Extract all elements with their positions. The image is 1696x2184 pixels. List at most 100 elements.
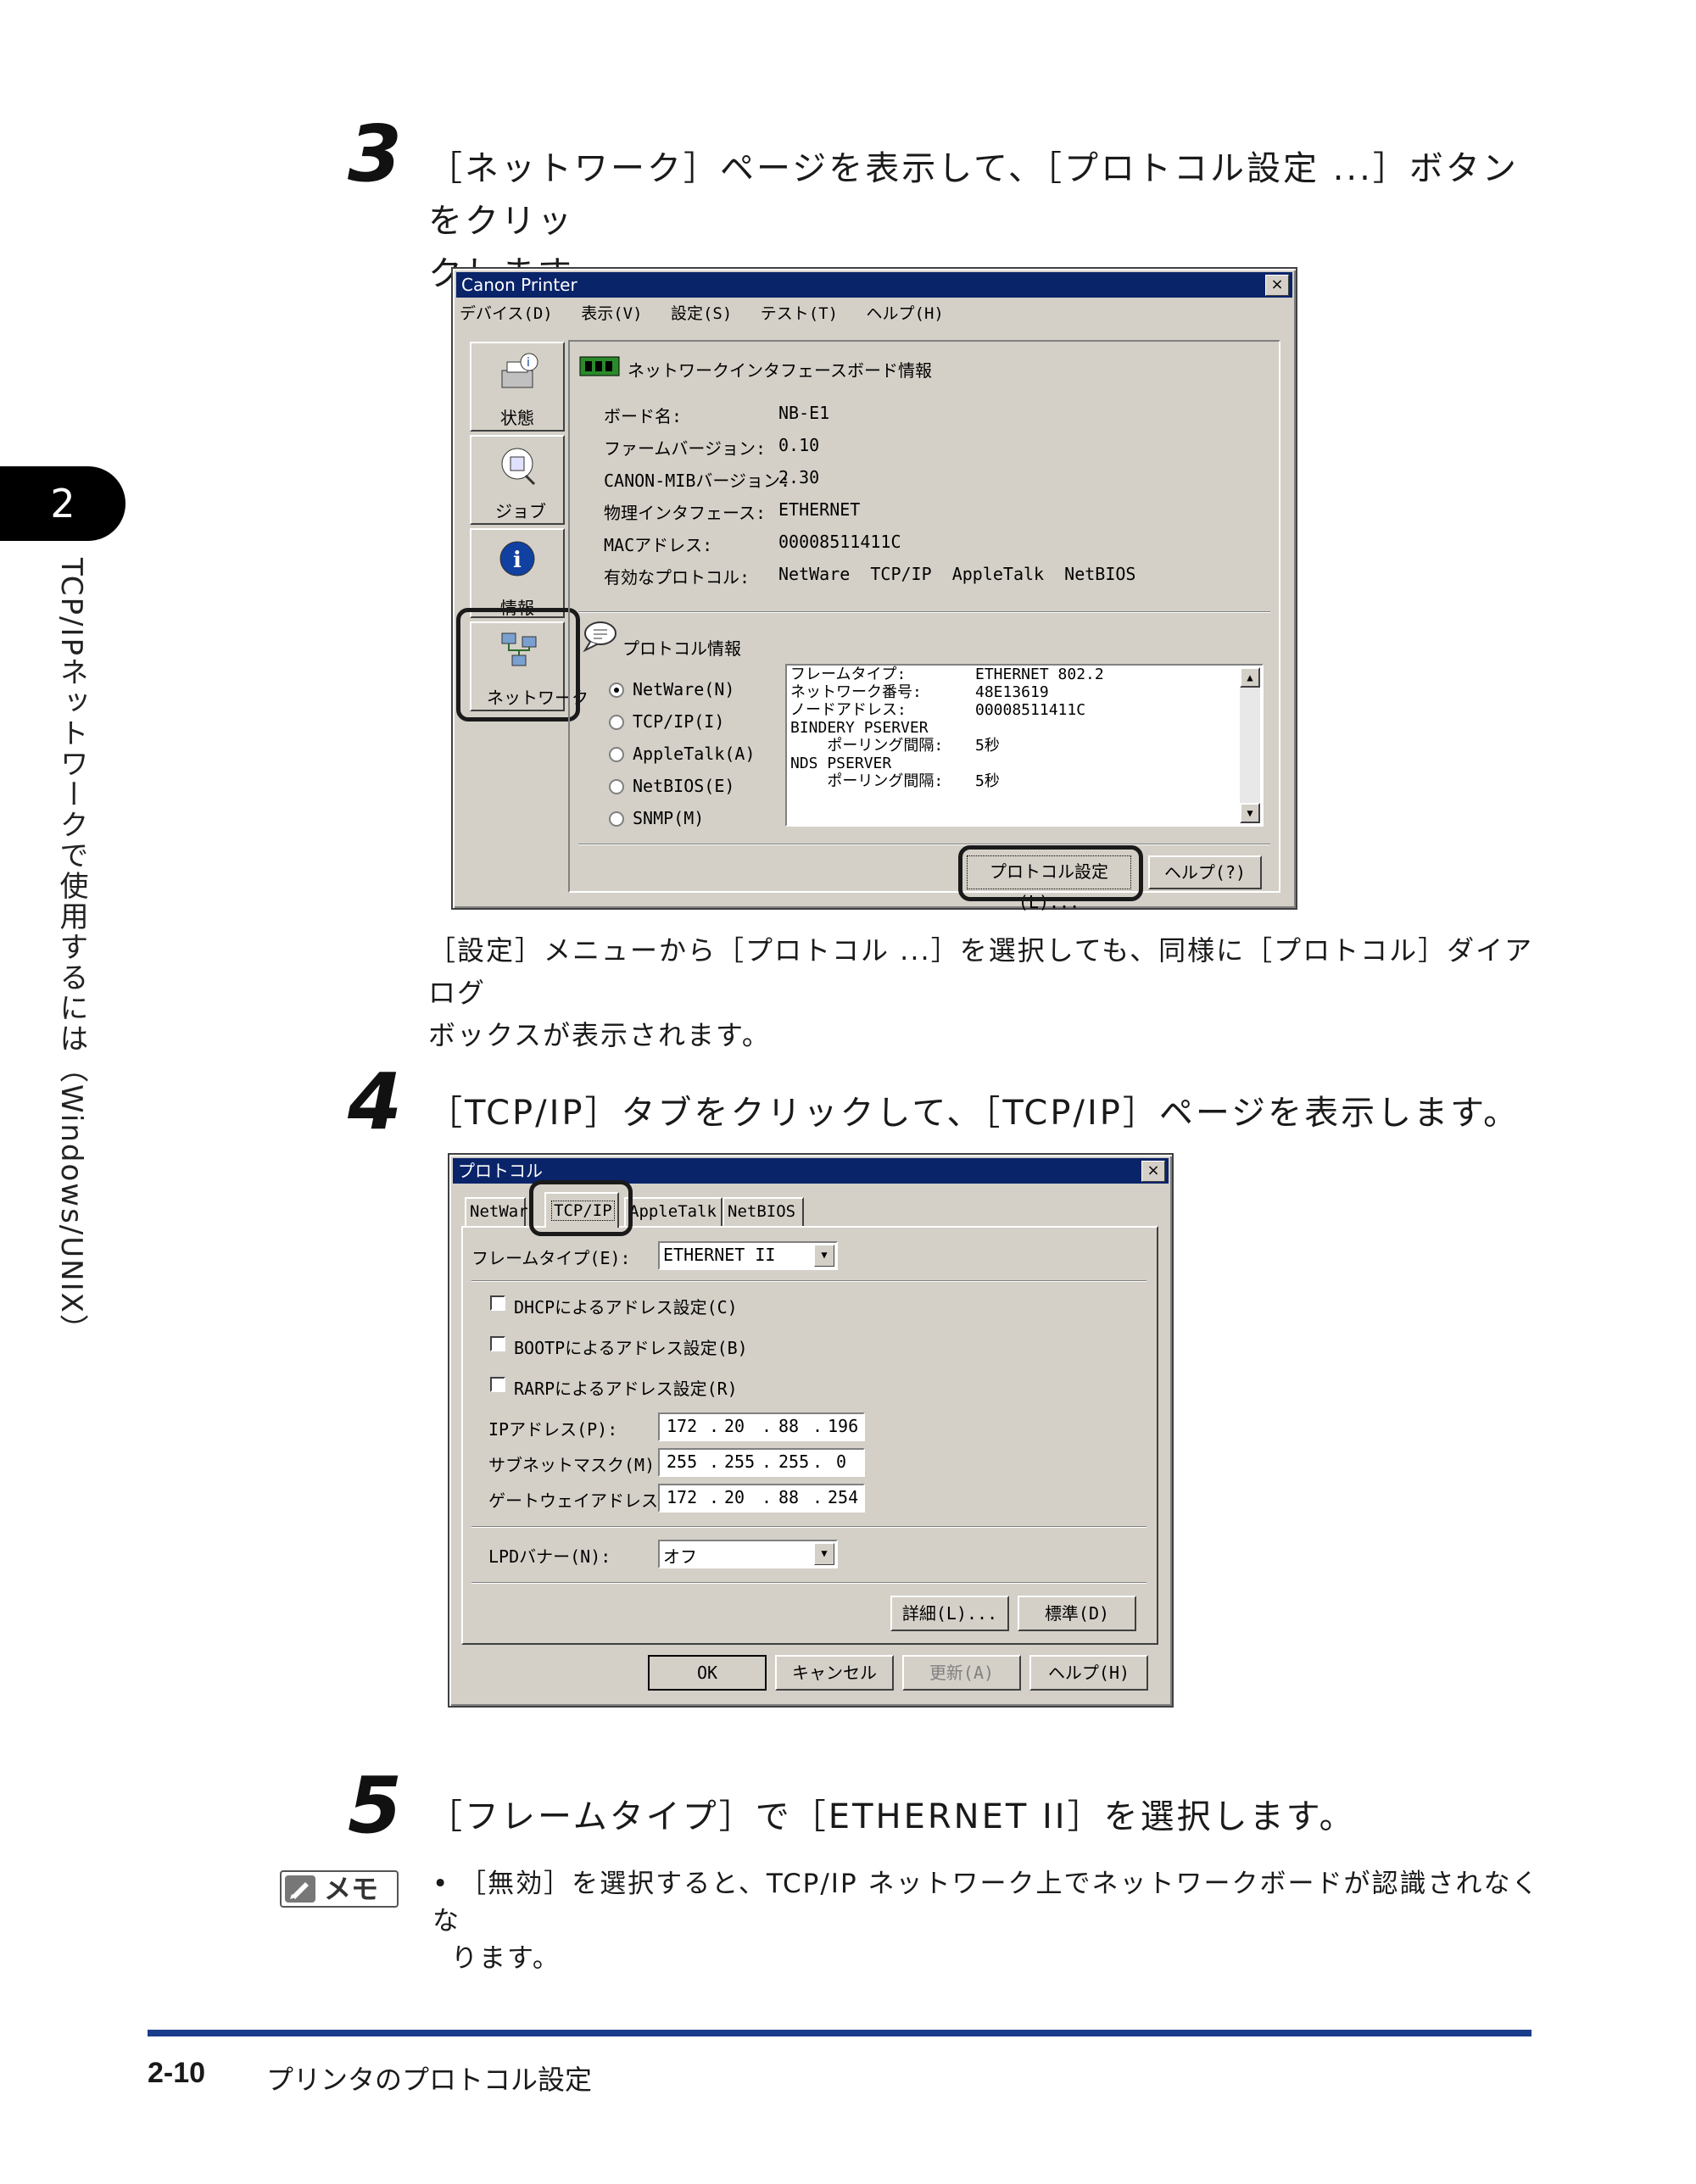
ip-address-label: IPアドレス(P):: [488, 1419, 618, 1440]
board-name-label: ボード名:: [604, 406, 683, 426]
board-icon: [578, 354, 621, 379]
ip-address-field[interactable]: 172 . 20 . 88 . 196: [658, 1412, 865, 1441]
help-button[interactable]: ヘルプ(?): [1148, 855, 1262, 889]
protocol-section-title: プロトコル情報: [622, 638, 741, 659]
tab-netware-label: NetWar: [470, 1202, 528, 1221]
nav-job[interactable]: ジョブ: [470, 435, 565, 525]
address-divider: [471, 1526, 1146, 1528]
speech-bubble-icon: [582, 620, 617, 654]
nav-job-label: ジョブ: [495, 501, 546, 521]
tab-netbios[interactable]: NetBIOS: [722, 1197, 804, 1226]
detail-labels: フレームタイプ: ネットワーク番号: ノードアドレス: BINDERY PSER…: [790, 666, 943, 790]
detail-scrollbar[interactable]: ▲ ▼: [1240, 667, 1260, 823]
bootp-label[interactable]: BOOTPによるアドレス設定(B): [514, 1334, 748, 1359]
detail-value-frame-type: ETHERNET 802.2: [975, 666, 1104, 683]
ip-octet-3[interactable]: 88: [778, 1416, 799, 1436]
step-5-number: 5: [348, 1760, 403, 1851]
tab-netbios-label: NetBIOS: [728, 1202, 796, 1221]
memo-badge: メモ: [280, 1870, 399, 1908]
detail-value-node-address: 00008511411C: [975, 701, 1086, 719]
gateway-octet-1[interactable]: 172: [667, 1487, 697, 1507]
tab-netware[interactable]: NetWar: [465, 1197, 528, 1226]
tab-appletalk-label: AppleTalk: [629, 1202, 717, 1221]
detail-value-bindery: [975, 719, 1104, 737]
close-icon[interactable]: ×: [1265, 275, 1289, 296]
radio-netware[interactable]: [609, 682, 624, 698]
radio-snmp-label[interactable]: SNMP(M): [633, 808, 704, 828]
menu-test[interactable]: テスト(T): [761, 304, 838, 323]
detail-value-nds-polling: 5秒: [975, 772, 1000, 790]
subnet-octet-2[interactable]: 255: [724, 1451, 755, 1472]
scroll-up-icon[interactable]: ▲: [1240, 667, 1260, 688]
menu-help[interactable]: ヘルプ(H): [867, 304, 944, 323]
detail-label-nds: NDS PSERVER: [790, 755, 892, 772]
subnet-octet-4[interactable]: 0: [836, 1451, 846, 1472]
ip-octet-4[interactable]: 196: [828, 1416, 858, 1436]
dialog-title: プロトコル: [458, 1161, 543, 1181]
radio-netware-label[interactable]: NetWare(N): [633, 679, 734, 699]
radio-netbios[interactable]: [609, 779, 624, 794]
radio-appletalk[interactable]: [609, 747, 624, 762]
tcpip-tab-highlight: [529, 1180, 633, 1236]
apply-button[interactable]: 更新(A): [902, 1655, 1021, 1691]
radio-appletalk-label[interactable]: AppleTalk(A): [633, 744, 756, 764]
step-3-number: 3: [348, 109, 403, 199]
dialog-close-icon[interactable]: ×: [1141, 1161, 1165, 1182]
detail-label-node-address: ノードアドレス:: [790, 701, 907, 719]
protocol-detail-list[interactable]: フレームタイプ: ネットワーク番号: ノードアドレス: BINDERY PSER…: [785, 664, 1264, 827]
radio-tcpip[interactable]: [609, 715, 624, 730]
ip-octet-2[interactable]: 20: [724, 1416, 745, 1436]
lpd-banner-value: オフ: [663, 1546, 697, 1567]
default-button[interactable]: 標準(D): [1018, 1596, 1136, 1631]
chevron-down-icon[interactable]: ▼: [814, 1543, 834, 1565]
step-3-note-line-1: ［設定］メニューから［プロトコル ...］を選択しても、同様に［プロトコル］ダイ…: [428, 934, 1534, 1009]
step-4-instruction: ［TCP/IP］タブをクリックして、［TCP/IP］ページを表示します。: [428, 1094, 1520, 1133]
radio-tcpip-label[interactable]: TCP/IP(I): [633, 711, 724, 732]
dhcp-checkbox[interactable]: [490, 1295, 505, 1311]
bootp-checkbox[interactable]: [490, 1336, 505, 1351]
nav-info[interactable]: i 情報: [470, 528, 565, 618]
window-titlebar: Canon Printer ×: [456, 272, 1292, 298]
rarp-label[interactable]: RARPによるアドレス設定(R): [514, 1375, 738, 1400]
scroll-down-icon[interactable]: ▼: [1240, 803, 1260, 823]
step-5-instruction: ［フレームタイプ］で［ETHERNET II］を選択します。: [428, 1797, 1356, 1836]
frame-type-dropdown[interactable]: ETHERNET II ▼: [658, 1241, 838, 1270]
menu-device[interactable]: デバイス(D): [460, 304, 553, 323]
menu-settings[interactable]: 設定(S): [671, 304, 732, 323]
gateway-octet-2[interactable]: 20: [724, 1487, 745, 1507]
dialog-help-button[interactable]: ヘルプ(H): [1029, 1655, 1148, 1691]
ip-octet-1[interactable]: 172: [667, 1416, 697, 1436]
gateway-field[interactable]: 172 . 20 . 88 . 254: [658, 1484, 865, 1513]
step-4-number: 4: [348, 1056, 403, 1147]
radio-netbios-label[interactable]: NetBIOS(E): [633, 776, 734, 796]
detail-button[interactable]: 詳細(L)...: [890, 1596, 1009, 1631]
radio-snmp[interactable]: [609, 811, 624, 827]
gateway-octet-3[interactable]: 88: [778, 1487, 799, 1507]
dhcp-label[interactable]: DHCPによるアドレス設定(C): [514, 1294, 738, 1318]
subnet-octet-1[interactable]: 255: [667, 1451, 697, 1472]
subnet-field[interactable]: 255 . 255 . 255 . 0: [658, 1448, 865, 1477]
subnet-octet-3[interactable]: 255: [778, 1451, 809, 1472]
network-nav-highlight: [456, 608, 580, 722]
chevron-down-icon[interactable]: ▼: [814, 1245, 834, 1267]
chapter-number: 2: [50, 481, 75, 526]
board-section-title: ネットワークインタフェースボード情報: [628, 360, 932, 381]
frame-type-label: フレームタイプ(E):: [471, 1248, 631, 1268]
page-number: 2-10: [148, 2057, 206, 2089]
firmware-value: 0.10: [778, 435, 820, 455]
svg-text:i: i: [527, 356, 530, 370]
cancel-button[interactable]: キャンセル: [775, 1655, 894, 1691]
lpd-banner-dropdown[interactable]: オフ ▼: [658, 1540, 838, 1568]
ok-button[interactable]: OK: [648, 1655, 767, 1691]
nav-status-label: 状態: [500, 408, 534, 428]
rarp-checkbox[interactable]: [490, 1377, 505, 1392]
gateway-octet-4[interactable]: 254: [828, 1487, 858, 1507]
nav-status[interactable]: i 状態: [470, 342, 565, 432]
menu-view[interactable]: 表示(V): [581, 304, 642, 323]
tab-appletalk[interactable]: AppleTalk: [624, 1197, 722, 1226]
detail-label-bindery: BINDERY PSERVER: [790, 719, 929, 737]
detail-label-bindery-polling: ポーリング間隔:: [790, 737, 944, 755]
step-3-note: ［設定］メニューから［プロトコル ...］を選択しても、同様に［プロトコル］ダイ…: [428, 929, 1548, 1056]
printer-status-icon: i: [497, 352, 539, 396]
detail-label-nds-polling: ポーリング間隔:: [790, 772, 944, 790]
